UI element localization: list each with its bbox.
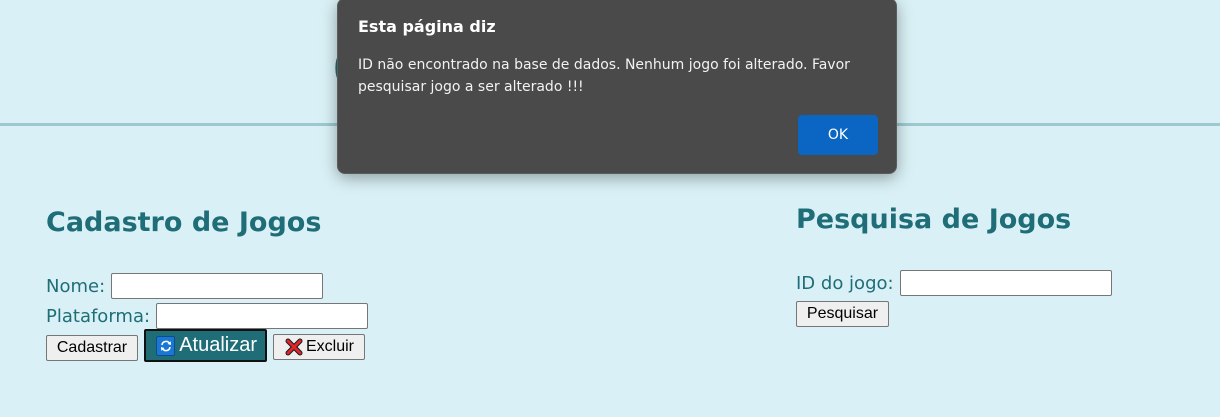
cadastro-section-title: Cadastro de Jogos [46,207,322,238]
excluir-button[interactable]: Excluir [273,334,365,360]
dialog-title: Esta página diz [358,17,496,36]
id-row: ID do jogo: [796,270,1112,296]
plataforma-row: Plataforma: [46,303,369,329]
ok-button[interactable]: OK [798,115,878,155]
excluir-button-label: Excluir [305,338,354,355]
cadastrar-button[interactable]: Cadastrar [46,335,138,361]
plataforma-input[interactable] [156,303,369,329]
plataforma-label: Plataforma: [46,305,151,327]
alert-dialog: Esta página diz ID não encontrado na bas… [337,0,897,174]
pesquisar-button-label: Pesquisar [806,305,879,322]
cadastrar-button-label: Cadastrar [56,339,128,356]
nome-input[interactable] [111,273,324,299]
dialog-message: ID não encontrado na base de dados. Nenh… [358,57,850,95]
atualizar-button-label: Atualizar [179,334,257,356]
pesquisa-section-title: Pesquisa de Jogos [796,204,1072,235]
refresh-icon [156,335,176,356]
atualizar-button[interactable]: Atualizar [144,329,267,362]
ok-button-label: OK [827,127,849,143]
id-input[interactable] [899,270,1112,296]
pesquisar-button[interactable]: Pesquisar [796,301,889,327]
nome-row: Nome: [46,273,324,299]
red-x-icon [284,337,304,357]
nome-label: Nome: [46,275,106,297]
id-label: ID do jogo: [796,272,894,294]
